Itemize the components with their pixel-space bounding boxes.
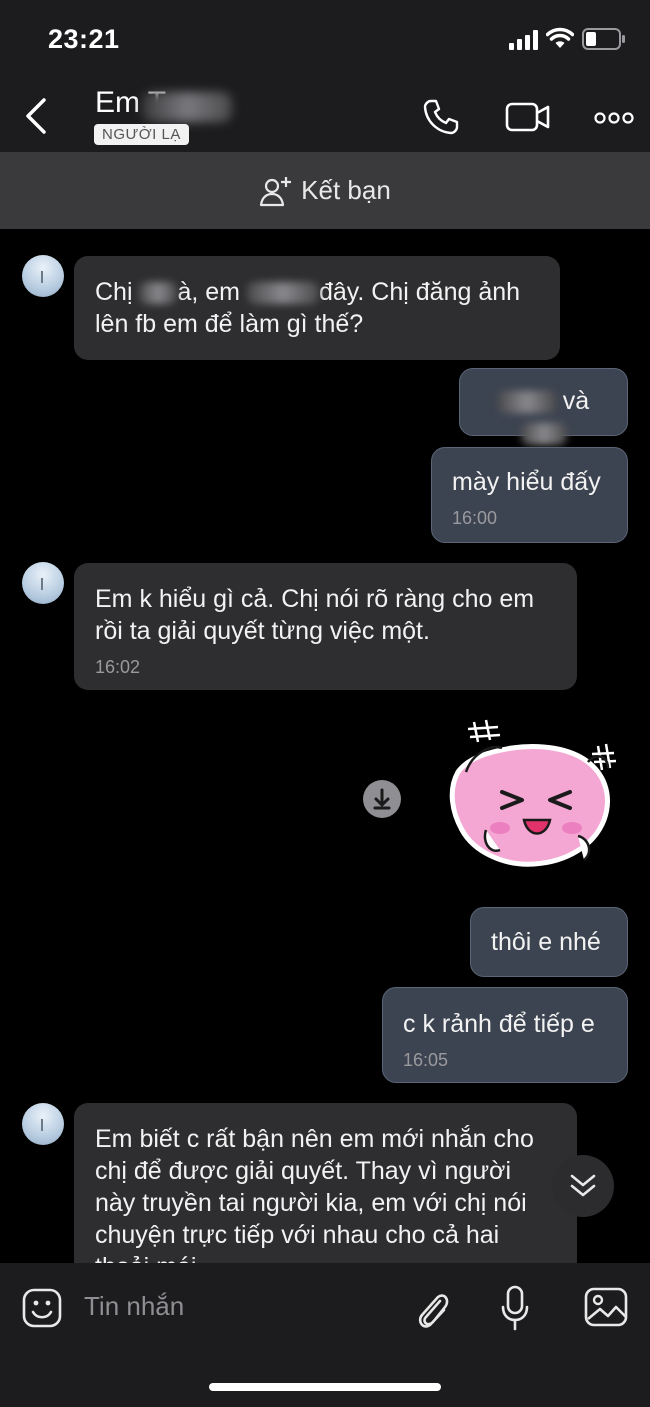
phone-call-icon[interactable] xyxy=(422,98,460,136)
text-redaction xyxy=(520,423,567,446)
message-input[interactable]: Tin nhắn xyxy=(84,1291,184,1322)
message-text: mày hiểu đấy xyxy=(452,468,601,496)
message-bubble-outgoing[interactable]: và xyxy=(459,368,628,446)
message-bubble-incoming[interactable]: Em k hiểu gì cả. Chị nói rõ ràng cho em … xyxy=(74,563,577,690)
scroll-to-bottom-button[interactable] xyxy=(552,1155,614,1217)
download-icon xyxy=(373,788,391,810)
text-redaction xyxy=(497,391,556,414)
message-text: Em biết c rất bận nên em mới nhắn cho ch… xyxy=(95,1125,534,1281)
contact-avatar[interactable] xyxy=(22,562,64,604)
message-bubble-outgoing[interactable]: mày hiểu đấy 16:00 xyxy=(431,447,628,543)
add-friend-button[interactable]: Kết bạn xyxy=(0,152,650,229)
message-timestamp: 16:00 xyxy=(452,508,498,528)
contact-avatar[interactable] xyxy=(22,1103,64,1145)
message-text: à, em xyxy=(177,278,247,306)
image-gallery-icon[interactable] xyxy=(584,1287,628,1327)
stranger-badge: NGƯỜI LẠ xyxy=(94,124,189,145)
message-text: Chị xyxy=(95,278,140,306)
message-text: và xyxy=(562,387,590,415)
more-options-icon[interactable] xyxy=(594,112,634,124)
add-friend-label: Kết bạn xyxy=(301,175,391,205)
download-button[interactable] xyxy=(363,780,401,818)
status-bar: 23:21 xyxy=(0,0,650,80)
double-chevron-down-icon xyxy=(570,1174,596,1197)
video-call-icon[interactable] xyxy=(505,100,551,134)
status-time: 23:21 xyxy=(48,24,120,54)
message-timestamp: 16:05 xyxy=(403,1050,449,1070)
attachment-icon[interactable] xyxy=(414,1287,450,1329)
name-redaction xyxy=(142,92,232,122)
message-text: thôi e nhé xyxy=(491,928,601,956)
cellular-signal-icon xyxy=(509,30,538,50)
chat-header: Em T NGƯỜI LẠ xyxy=(0,80,650,152)
message-bubble-outgoing[interactable]: c k rảnh để tiếp e 16:05 xyxy=(382,987,628,1083)
sticker-image[interactable] xyxy=(438,712,620,874)
message-timestamp: 16:02 xyxy=(95,657,141,677)
contact-avatar[interactable] xyxy=(22,255,64,297)
battery-icon xyxy=(582,28,625,50)
message-text: Em k hiểu gì cả. Chị nói rõ ràng cho em … xyxy=(95,585,535,645)
microphone-icon[interactable] xyxy=(500,1285,530,1331)
add-user-icon xyxy=(260,176,292,206)
wifi-icon xyxy=(546,27,574,48)
emoji-sticker-icon[interactable] xyxy=(22,1288,62,1328)
text-redaction xyxy=(246,282,319,305)
message-bubble-incoming[interactable]: Chị à, em đây. Chị đăng ảnh lên fb em để… xyxy=(74,256,560,360)
message-bubble-outgoing[interactable]: thôi e nhé xyxy=(470,907,628,977)
home-indicator xyxy=(209,1383,441,1391)
back-icon[interactable] xyxy=(22,96,52,136)
text-redaction xyxy=(139,282,178,305)
message-text: c k rảnh để tiếp e xyxy=(403,1010,595,1038)
